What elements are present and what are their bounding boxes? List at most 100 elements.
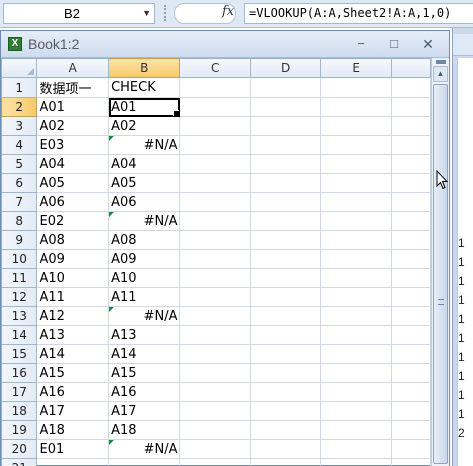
name-box[interactable]: B2 ▼ (3, 3, 155, 24)
cell-d[interactable] (249, 325, 322, 345)
cell-b-error[interactable]: #N/A (108, 211, 181, 231)
cell-f[interactable] (390, 249, 431, 269)
cell-b[interactable]: A17 (108, 401, 181, 421)
cell-e[interactable] (320, 325, 392, 345)
restore-button[interactable]: □ (386, 36, 402, 52)
row-header[interactable]: 10 (1, 249, 38, 269)
cell-d[interactable] (249, 230, 322, 250)
cell-e[interactable] (320, 249, 392, 269)
cell-e[interactable] (320, 382, 392, 402)
cell-d[interactable] (249, 249, 322, 269)
cell-a[interactable]: A02 (36, 116, 110, 136)
cell-b[interactable]: A13 (108, 325, 181, 345)
cell-a[interactable]: A13 (36, 325, 110, 345)
split-box[interactable] (436, 60, 446, 64)
cell-f[interactable] (390, 135, 431, 155)
cell-c[interactable] (179, 192, 251, 212)
cell-c[interactable] (179, 420, 251, 440)
cell-a[interactable]: A10 (36, 268, 110, 288)
cell-a[interactable]: A14 (36, 344, 110, 364)
cell-d[interactable] (249, 268, 322, 288)
cell-a[interactable]: A12 (36, 306, 110, 326)
cell-c[interactable] (179, 325, 251, 345)
cell-b[interactable]: A06 (108, 192, 181, 212)
excel-workbook-icon[interactable]: X (8, 37, 22, 51)
cell-a[interactable] (36, 458, 110, 466)
cell-d[interactable] (249, 401, 322, 421)
cell-d[interactable] (249, 173, 322, 193)
cell-e[interactable] (320, 173, 392, 193)
cell-e[interactable] (320, 135, 392, 155)
cell-c[interactable] (179, 116, 251, 136)
cell-a[interactable]: E03 (36, 135, 110, 155)
cell-d[interactable] (249, 211, 322, 231)
cell-c[interactable] (179, 77, 251, 98)
cell-a[interactable]: A15 (36, 363, 110, 383)
cell-f[interactable] (390, 173, 431, 193)
cell-d[interactable] (249, 287, 322, 307)
cell-f[interactable] (390, 363, 431, 383)
cell-f[interactable] (390, 154, 431, 174)
cell-d[interactable] (249, 192, 322, 212)
cell-b-error[interactable]: #N/A (108, 439, 181, 459)
cell-e[interactable] (320, 192, 392, 212)
cell-e[interactable] (320, 268, 392, 288)
cell-b[interactable]: A14 (108, 344, 181, 364)
cell-c[interactable] (179, 135, 251, 155)
row-header[interactable]: 5 (1, 154, 38, 174)
row-header[interactable]: 9 (1, 230, 38, 250)
cell-f[interactable] (390, 439, 431, 459)
formula-bar-splitter[interactable] (164, 5, 168, 21)
insert-function-icon[interactable]: fx (222, 4, 234, 19)
formula-input[interactable]: =VLOOKUP(A:A,Sheet2!A:A,1,0) (244, 3, 473, 24)
row-header[interactable]: 15 (1, 344, 38, 364)
column-header-b[interactable]: B (108, 58, 181, 78)
cell-f[interactable] (390, 325, 431, 345)
cell-e[interactable] (320, 344, 392, 364)
cell-f[interactable] (390, 192, 431, 212)
cell-c[interactable] (179, 344, 251, 364)
cell-a[interactable]: A18 (36, 420, 110, 440)
cell-b[interactable]: A01 (108, 97, 181, 117)
workbook-title-bar[interactable]: X Book1:2 − □ ✕ (1, 31, 449, 58)
cell-c[interactable] (179, 154, 251, 174)
select-all-button[interactable] (1, 58, 38, 78)
cell-f[interactable] (390, 77, 431, 98)
close-button[interactable]: ✕ (420, 36, 436, 52)
column-header-c[interactable]: C (179, 58, 251, 78)
column-header-d[interactable]: D (249, 58, 322, 78)
cell-a[interactable]: A06 (36, 192, 110, 212)
cell-d[interactable] (249, 363, 322, 383)
cell-b[interactable]: CHECK (108, 77, 181, 98)
cell-f[interactable] (390, 420, 431, 440)
cell-d[interactable] (249, 382, 322, 402)
row-header[interactable]: 13 (1, 306, 38, 326)
cell-f[interactable] (390, 344, 431, 364)
cell-c[interactable] (179, 211, 251, 231)
cell-a[interactable]: A16 (36, 382, 110, 402)
minimize-button[interactable]: − (353, 36, 369, 52)
row-header[interactable]: 12 (1, 287, 38, 307)
cell-e[interactable] (320, 363, 392, 383)
cell-b-error[interactable]: #N/A (108, 135, 181, 155)
column-header-f[interactable] (390, 58, 431, 78)
cell-c[interactable] (179, 401, 251, 421)
cell-d[interactable] (249, 420, 322, 440)
cell-e[interactable] (320, 77, 392, 98)
cell-e[interactable] (320, 439, 392, 459)
row-header[interactable]: 11 (1, 268, 38, 288)
cell-a[interactable]: A17 (36, 401, 110, 421)
cell-f[interactable] (390, 116, 431, 136)
cell-a[interactable]: 数据项一 (36, 77, 110, 98)
name-box-dropdown-icon[interactable]: ▼ (142, 8, 151, 18)
cell-e[interactable] (320, 458, 392, 466)
row-header[interactable]: 19 (1, 420, 38, 440)
cell-f[interactable] (390, 306, 431, 326)
cell-f[interactable] (390, 287, 431, 307)
cell-f[interactable] (390, 382, 431, 402)
cell-c[interactable] (179, 230, 251, 250)
cell-c[interactable] (179, 306, 251, 326)
cell-b[interactable]: A11 (108, 287, 181, 307)
row-header[interactable]: 21 (1, 458, 38, 466)
cell-a[interactable]: A01 (36, 97, 110, 117)
